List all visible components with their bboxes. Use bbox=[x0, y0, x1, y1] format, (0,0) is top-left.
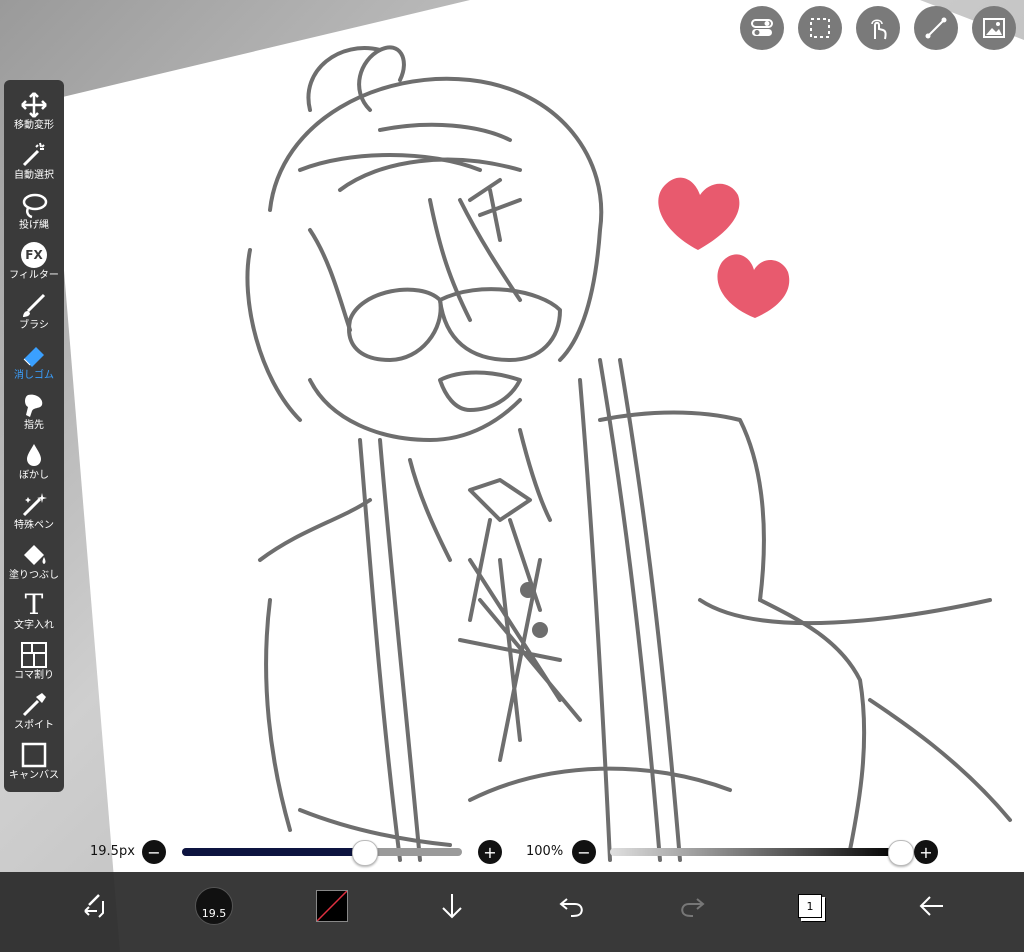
undo-button[interactable] bbox=[550, 884, 594, 928]
opacity-minus-button[interactable]: − bbox=[572, 840, 596, 864]
swap-button[interactable] bbox=[72, 884, 116, 928]
tool-special-pen[interactable]: 特殊ペン bbox=[4, 486, 64, 536]
tool-eraser[interactable]: 消しゴム bbox=[4, 336, 64, 386]
tool-label: 消しゴム bbox=[14, 370, 54, 381]
tool-label: 投げ縄 bbox=[19, 220, 49, 231]
tool-brush[interactable]: ブラシ bbox=[4, 286, 64, 336]
layers-icon: 1 bbox=[798, 894, 822, 918]
tool-filter[interactable]: FX フィルター bbox=[4, 236, 64, 286]
tool-label: 指先 bbox=[24, 420, 44, 431]
plus-icon: + bbox=[483, 842, 497, 862]
tool-blur[interactable]: ぼかし bbox=[4, 436, 64, 486]
magic-wand-icon bbox=[22, 142, 45, 167]
ruler-button[interactable] bbox=[914, 6, 958, 50]
tool-lasso[interactable]: 投げ縄 bbox=[4, 186, 64, 236]
bottom-toolbar bbox=[0, 872, 1024, 952]
color-swatch-button[interactable] bbox=[310, 884, 354, 928]
tool-label: フィルター bbox=[9, 270, 59, 281]
color-swatch bbox=[316, 890, 348, 922]
drawing-canvas[interactable] bbox=[0, 0, 1024, 952]
brush-size-indicator[interactable]: 19.5 bbox=[192, 884, 236, 928]
opacity-plus-button[interactable]: + bbox=[914, 840, 938, 864]
fill-bucket-icon bbox=[24, 545, 46, 565]
touch-button[interactable] bbox=[856, 6, 900, 50]
tool-text[interactable]: T 文字入れ bbox=[4, 586, 64, 636]
layer-count: 1 bbox=[806, 899, 814, 913]
brush-size-slider-fill bbox=[182, 848, 364, 856]
plus-icon: + bbox=[919, 842, 933, 862]
brush-size-value: 19.5 bbox=[201, 907, 227, 920]
touch-icon bbox=[871, 19, 887, 40]
canvas-icon bbox=[21, 742, 47, 768]
tool-label: コマ割り bbox=[14, 670, 54, 681]
selection-icon bbox=[810, 18, 830, 38]
smudge-finger-icon bbox=[25, 394, 43, 417]
minus-icon: − bbox=[147, 842, 161, 862]
toggle-icon bbox=[751, 19, 773, 36]
brush-icon bbox=[23, 293, 46, 317]
fx-text: FX bbox=[25, 248, 43, 262]
brush-size-circle: 19.5 bbox=[195, 887, 233, 925]
paper bbox=[50, 0, 1024, 952]
brush-size-minus-button[interactable]: − bbox=[142, 840, 166, 864]
tool-label: 自動選択 bbox=[14, 170, 54, 181]
tool-move-transform[interactable]: 移動変形 bbox=[4, 86, 64, 136]
eraser-icon bbox=[23, 347, 44, 367]
tool-label: 移動変形 bbox=[14, 120, 54, 131]
swap-icon bbox=[84, 894, 104, 918]
minus-icon: − bbox=[577, 842, 591, 862]
tool-label: ぼかし bbox=[19, 470, 49, 481]
tool-label: 特殊ペン bbox=[14, 520, 54, 531]
move-transform-icon bbox=[21, 92, 47, 118]
opacity-slider-handle[interactable] bbox=[888, 840, 914, 866]
selection-button[interactable] bbox=[798, 6, 842, 50]
lasso-icon bbox=[22, 193, 48, 219]
redo-button[interactable] bbox=[670, 884, 714, 928]
filter-fx-icon: FX bbox=[21, 242, 47, 268]
transparent-slash-icon bbox=[317, 891, 347, 921]
blur-drop-icon bbox=[27, 444, 41, 466]
brush-size-label: 19.5px bbox=[90, 844, 135, 859]
opacity-label: 100% bbox=[526, 844, 564, 859]
back-button[interactable] bbox=[910, 884, 954, 928]
tool-frame-divider[interactable]: コマ割り bbox=[4, 636, 64, 686]
image-icon bbox=[983, 18, 1005, 38]
tool-label: ブラシ bbox=[19, 320, 49, 331]
special-pen-icon bbox=[22, 493, 47, 517]
frame-divider-icon bbox=[21, 642, 47, 668]
back-arrow-icon bbox=[919, 896, 943, 916]
ruler-icon bbox=[925, 17, 947, 39]
tool-palette: 移動変形 自動選択 投げ縄 FX フィルター ブラシ 消しゴム 指先 ぼかし 特… bbox=[4, 80, 64, 792]
brush-size-plus-button[interactable]: + bbox=[478, 840, 502, 864]
tool-label: 塗りつぶし bbox=[8, 570, 60, 581]
tool-label: キャンバス bbox=[9, 770, 59, 781]
brush-size-slider-handle[interactable] bbox=[352, 840, 378, 866]
tool-label: 文字入れ bbox=[14, 620, 54, 631]
toggle-button[interactable] bbox=[740, 6, 784, 50]
layers-button[interactable]: 1 bbox=[788, 884, 832, 928]
download-button[interactable] bbox=[430, 884, 474, 928]
redo-icon bbox=[681, 898, 705, 917]
undo-icon bbox=[559, 898, 583, 917]
text-icon: T bbox=[24, 588, 44, 621]
tool-smudge[interactable]: 指先 bbox=[4, 386, 64, 436]
tool-label: スポイト bbox=[14, 720, 54, 731]
tool-canvas[interactable]: キャンバス bbox=[4, 736, 64, 786]
tool-fill[interactable]: 塗りつぶし bbox=[4, 536, 64, 586]
download-arrow-icon bbox=[442, 894, 462, 919]
tool-auto-select[interactable]: 自動選択 bbox=[4, 136, 64, 186]
tool-eyedropper[interactable]: スポイト bbox=[4, 686, 64, 736]
image-button[interactable] bbox=[972, 6, 1016, 50]
opacity-slider[interactable] bbox=[610, 848, 900, 856]
eyedropper-icon bbox=[22, 693, 46, 717]
